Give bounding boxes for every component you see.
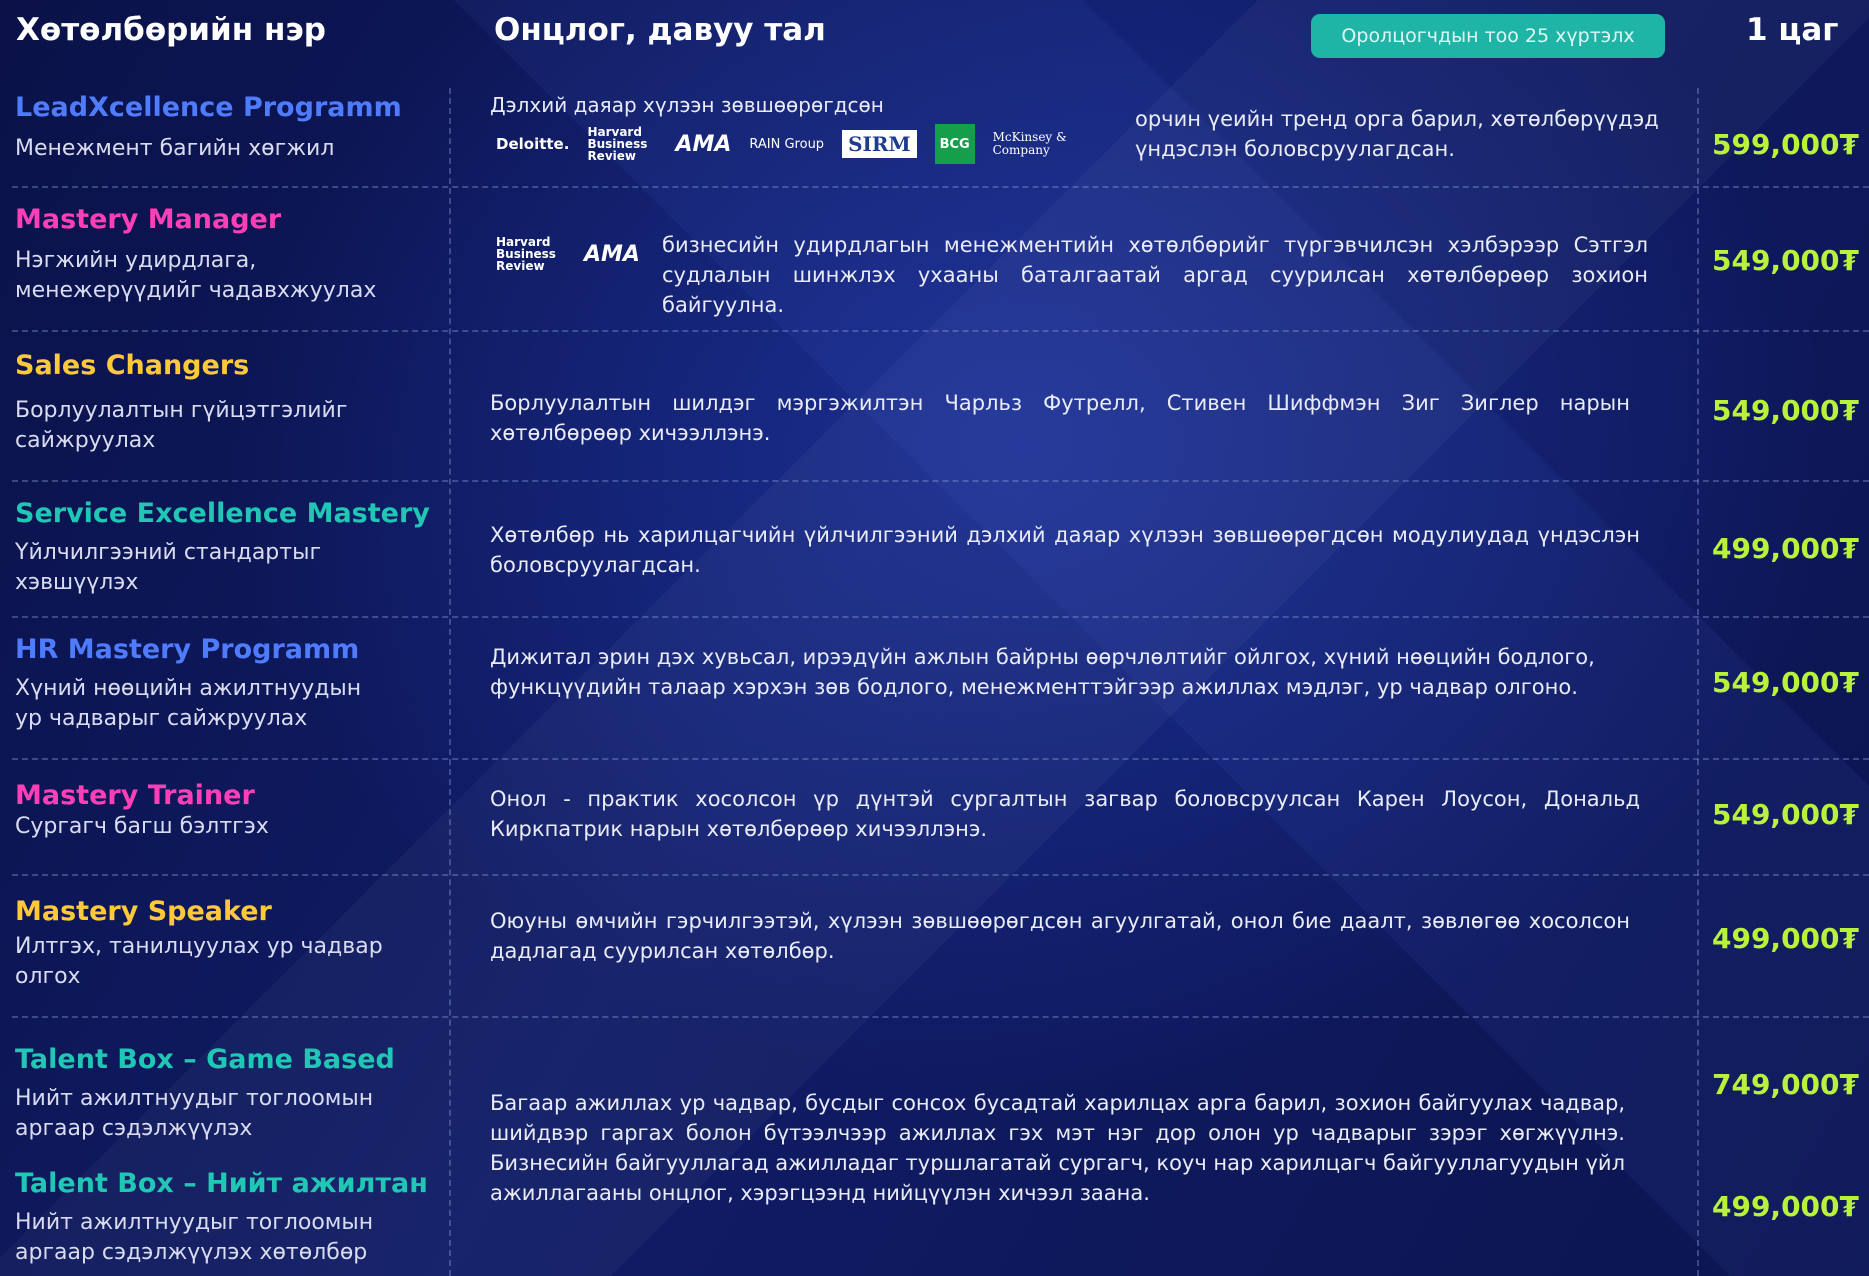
program-price: 499,000₮ — [1711, 922, 1859, 955]
program-description: Хөтөлбөр нь харилцагчийн үйлчилгээний дэ… — [490, 523, 1640, 577]
bcg-logo: BCG — [934, 124, 975, 164]
mckinsey-logo: McKinsey & Company — [992, 130, 1067, 157]
program-subtitle: Илтгэх, танилцуулах ур чадвар олгох — [15, 934, 383, 989]
program-name: Talent Box – Game Based — [15, 1044, 395, 1075]
program-subtitle: Нийт ажилтнуудыг тоглоомын аргаар сэдэлж… — [15, 1210, 374, 1265]
program-price: 499,000₮ — [1711, 1190, 1859, 1223]
header-program-name: Хөтөлбөрийн нэр — [16, 12, 326, 48]
program-description: бизнесийн удирдлагын менежментийн хөтөлб… — [662, 233, 1648, 317]
table-row: Service Excellence Mastery Үйлчилгээний … — [0, 480, 1869, 618]
header-price: 1 цаг — [1746, 12, 1839, 48]
ama-logo: AMA — [584, 241, 640, 267]
table-header: Хөтөлбөрийн нэр Онцлог, давуу тал Оролцо… — [0, 0, 1869, 78]
program-price: 549,000₮ — [1711, 666, 1859, 699]
table-row: LeadXcellence Programm Менежмент багийн … — [0, 78, 1869, 188]
program-name: HR Mastery Programm — [15, 634, 360, 665]
program-price: 749,000₮ — [1711, 1068, 1859, 1101]
ama-logo: AMA — [675, 131, 732, 157]
partner-logos: Deloitte. Harvard Business Review AMA RA… — [496, 124, 1075, 164]
program-subtitle: Борлуулалтын гүйцэтгэлийг сайжруулах — [15, 398, 348, 453]
table-row: Sales Changers Борлуулалтын гүйцэтгэлийг… — [0, 330, 1869, 482]
program-description: орчин үеийн тренд орга барил, хөтөлбөрүү… — [1135, 107, 1659, 161]
program-name: LeadXcellence Programm — [15, 92, 402, 123]
program-name: Mastery Trainer — [15, 780, 255, 811]
program-price: 549,000₮ — [1711, 798, 1859, 831]
program-subtitle: Үйлчилгээний стандартыг хэвшүүлэх — [15, 540, 322, 595]
logo-caption: Дэлхий даяар хүлээн зөвшөөрөгдсөн — [490, 93, 884, 117]
hbr-logo: Harvard Business Review — [587, 125, 648, 163]
hbr-logo: Harvard Business Review — [496, 235, 556, 273]
table-row: Talent Box – Game Based Нийт ажилтнуудыг… — [0, 1016, 1869, 1276]
program-name: Mastery Manager — [15, 204, 282, 235]
program-description: Багаар ажиллах ур чадвар, бусдыг сонсох … — [490, 1091, 1625, 1205]
header-features: Онцлог, давуу тал — [494, 12, 826, 48]
program-price: 549,000₮ — [1711, 244, 1859, 277]
rain-group-logo: RAIN Group — [749, 136, 825, 152]
table-row: Mastery Manager Нэгжийн удирдлага, менеж… — [0, 188, 1869, 332]
program-description: Оюуны өмчийн гэрчилгээтэй, хүлээн зөвшөө… — [490, 909, 1630, 963]
program-subtitle: Сургагч багш бэлтгэх — [15, 814, 269, 839]
program-description: Борлуулалтын шилдэг мэргэжилтэн Чарльз Ф… — [490, 391, 1630, 445]
program-name: Service Excellence Mastery — [15, 498, 430, 529]
partner-logos: Harvard Business Review AMA — [496, 236, 640, 272]
program-name: Talent Box – Нийт ажилтан — [15, 1168, 428, 1199]
program-subtitle: Хүний нөөцийн ажилтнуудын ур чадварыг са… — [15, 676, 362, 731]
program-name: Sales Changers — [15, 350, 250, 381]
participants-badge: Оролцогчдын тоо 25 хүртэлх — [1311, 14, 1665, 58]
deloitte-logo: Deloitte. — [496, 135, 570, 153]
program-price: 549,000₮ — [1711, 394, 1859, 427]
table-row: Mastery Trainer Сургагч багш бэлтгэх Оно… — [0, 758, 1869, 876]
program-name: Mastery Speaker — [15, 896, 272, 927]
program-description: Онол - практик хосолсон үр дүнтэй сургал… — [490, 787, 1640, 841]
program-subtitle: Нэгжийн удирдлага, менежерүүдийг чадавхж… — [15, 248, 377, 303]
sirm-logo: SIRM — [842, 130, 917, 158]
program-subtitle: Нийт ажилтнуудыг тоглоомын аргаар сэдэлж… — [15, 1086, 374, 1141]
program-price: 499,000₮ — [1711, 532, 1859, 565]
table-row: Mastery Speaker Илтгэх, танилцуулах ур ч… — [0, 874, 1869, 1018]
table-row: HR Mastery Programm Хүний нөөцийн ажилтн… — [0, 616, 1869, 760]
program-price: 599,000₮ — [1711, 128, 1859, 161]
program-description: Дижитал эрин дэх хувьсал, ирээдүйн ажлын… — [490, 645, 1595, 699]
program-subtitle: Менежмент багийн хөгжил — [15, 136, 335, 161]
